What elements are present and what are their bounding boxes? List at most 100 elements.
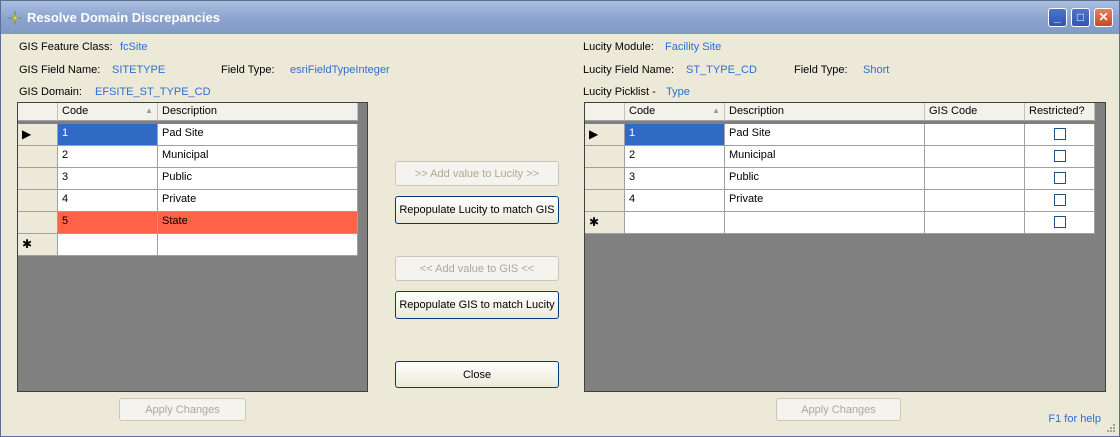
gis-description-cell[interactable]: Municipal	[158, 146, 358, 168]
lucity-description-column-header[interactable]: Description	[725, 103, 925, 121]
maximize-button[interactable]: □	[1071, 8, 1090, 27]
gis-domain-value: EFSITE_ST_TYPE_CD	[95, 86, 211, 98]
lucity-code-header-label: Code	[629, 105, 656, 117]
new-row[interactable]: ✱	[585, 212, 1095, 234]
row-header[interactable]	[18, 190, 58, 212]
lucity-code-cell[interactable]: 2	[625, 146, 725, 168]
lucity-gis-code-cell[interactable]	[925, 146, 1025, 168]
gis-code-cell[interactable]: 3	[58, 168, 158, 190]
new-row[interactable]: ✱	[18, 234, 358, 256]
restricted-checkbox[interactable]	[1054, 128, 1066, 140]
gis-domain-label: GIS Domain:	[19, 86, 82, 98]
restricted-checkbox[interactable]	[1054, 172, 1066, 184]
lucity-values-grid[interactable]: Code ▲ Description GIS Code Restricted? …	[584, 102, 1106, 392]
row-header[interactable]	[585, 146, 625, 168]
lucity-restricted-column-header[interactable]: Restricted?	[1025, 103, 1095, 121]
new-row-icon: ✱	[585, 212, 625, 234]
row-header[interactable]	[18, 212, 58, 234]
app-icon	[7, 10, 23, 26]
gis-code-column-header[interactable]: Code ▲	[58, 103, 158, 121]
lucity-description-cell[interactable]: Municipal	[725, 146, 925, 168]
lucity-description-cell[interactable]: Private	[725, 190, 925, 212]
table-row[interactable]: 4 Private	[585, 190, 1095, 212]
row-header[interactable]	[18, 146, 58, 168]
gis-code-cell[interactable]: 1	[58, 124, 158, 146]
lucity-picklist-label: Lucity Picklist -	[583, 86, 656, 98]
lucity-code-cell[interactable]: 1	[625, 124, 725, 146]
add-value-to-gis-button[interactable]: << Add value to GIS <<	[395, 256, 559, 281]
gis-code-cell[interactable]: 5	[58, 212, 158, 234]
gis-code-cell[interactable]: 4	[58, 190, 158, 212]
lucity-grid-corner-header	[585, 103, 625, 121]
gis-description-cell[interactable]: State	[158, 212, 358, 234]
restricted-checkbox[interactable]	[1054, 150, 1066, 162]
lucity-code-cell[interactable]: 4	[625, 190, 725, 212]
row-header[interactable]	[585, 168, 625, 190]
restricted-checkbox[interactable]	[1054, 216, 1066, 228]
gis-feature-class-value: fcSite	[120, 41, 148, 53]
gis-field-name-label: GIS Field Name:	[19, 64, 101, 76]
lucity-new-gis-code-cell[interactable]	[925, 212, 1025, 234]
gis-description-cell[interactable]: Pad Site	[158, 124, 358, 146]
close-window-button[interactable]: ✕	[1094, 8, 1113, 27]
gis-new-code-cell[interactable]	[58, 234, 158, 256]
gis-description-cell[interactable]: Private	[158, 190, 358, 212]
title-bar[interactable]: Resolve Domain Discrepancies _ □ ✕	[1, 1, 1119, 34]
add-value-to-lucity-button[interactable]: >> Add value to Lucity >>	[395, 161, 559, 186]
lucity-restricted-cell	[1025, 168, 1095, 190]
gis-description-cell[interactable]: Public	[158, 168, 358, 190]
table-row[interactable]: 3 Public	[585, 168, 1095, 190]
repopulate-lucity-button[interactable]: Repopulate Lucity to match GIS	[395, 196, 559, 224]
gis-feature-class-label: GIS Feature Class:	[19, 41, 113, 53]
restricted-checkbox[interactable]	[1054, 194, 1066, 206]
lucity-restricted-cell	[1025, 124, 1095, 146]
minimize-button[interactable]: _	[1048, 8, 1067, 27]
table-row[interactable]: ▶ 1 Pad Site	[18, 124, 358, 146]
lucity-apply-changes-button[interactable]: Apply Changes	[776, 398, 901, 421]
gis-grid-corner-header	[18, 103, 58, 121]
lucity-module-value: Facility Site	[665, 41, 722, 53]
lucity-code-column-header[interactable]: Code ▲	[625, 103, 725, 121]
help-hint: F1 for help	[1048, 413, 1101, 425]
gis-description-column-header[interactable]: Description	[158, 103, 358, 121]
table-row[interactable]: 3 Public	[18, 168, 358, 190]
table-row-discrepancy[interactable]: 5 State	[18, 212, 358, 234]
lucity-description-cell[interactable]: Public	[725, 168, 925, 190]
sort-ascending-icon: ▲	[712, 106, 720, 115]
gis-code-cell[interactable]: 2	[58, 146, 158, 168]
lucity-gis-code-cell[interactable]	[925, 124, 1025, 146]
gis-apply-changes-button[interactable]: Apply Changes	[119, 398, 246, 421]
repopulate-gis-button[interactable]: Repopulate GIS to match Lucity	[395, 291, 559, 319]
gis-field-name-value: SITETYPE	[112, 64, 166, 76]
lucity-description-cell[interactable]: Pad Site	[725, 124, 925, 146]
table-row[interactable]: 2 Municipal	[585, 146, 1095, 168]
lucity-gis-code-column-header[interactable]: GIS Code	[925, 103, 1025, 121]
close-button[interactable]: Close	[395, 361, 559, 388]
table-row[interactable]: 4 Private	[18, 190, 358, 212]
table-row[interactable]: ▶ 1 Pad Site	[585, 124, 1095, 146]
lucity-new-code-cell[interactable]	[625, 212, 725, 234]
gis-field-type-value: esriFieldTypeInteger	[290, 64, 390, 76]
window-title: Resolve Domain Discrepancies	[27, 10, 220, 25]
gis-code-header-label: Code	[62, 105, 89, 117]
lucity-new-restricted-cell	[1025, 212, 1095, 234]
lucity-module-label: Lucity Module:	[583, 41, 654, 53]
row-header[interactable]	[18, 168, 58, 190]
gis-values-grid[interactable]: Code ▲ Description ▶ 1 Pad Site 2 Munici…	[17, 102, 368, 392]
current-row-icon: ▶	[585, 124, 625, 146]
lucity-gis-code-cell[interactable]	[925, 168, 1025, 190]
lucity-restricted-cell	[1025, 190, 1095, 212]
lucity-code-cell[interactable]: 3	[625, 168, 725, 190]
gis-field-type-label: Field Type:	[221, 64, 275, 76]
lucity-new-description-cell[interactable]	[725, 212, 925, 234]
gis-new-description-cell[interactable]	[158, 234, 358, 256]
current-row-icon: ▶	[18, 124, 58, 146]
row-header[interactable]	[585, 190, 625, 212]
resize-grip-icon[interactable]	[1106, 423, 1116, 433]
lucity-restricted-cell	[1025, 146, 1095, 168]
lucity-field-type-label: Field Type:	[794, 64, 848, 76]
table-row[interactable]: 2 Municipal	[18, 146, 358, 168]
lucity-gis-code-cell[interactable]	[925, 190, 1025, 212]
lucity-field-name-value: ST_TYPE_CD	[686, 64, 757, 76]
lucity-field-name-label: Lucity Field Name:	[583, 64, 675, 76]
